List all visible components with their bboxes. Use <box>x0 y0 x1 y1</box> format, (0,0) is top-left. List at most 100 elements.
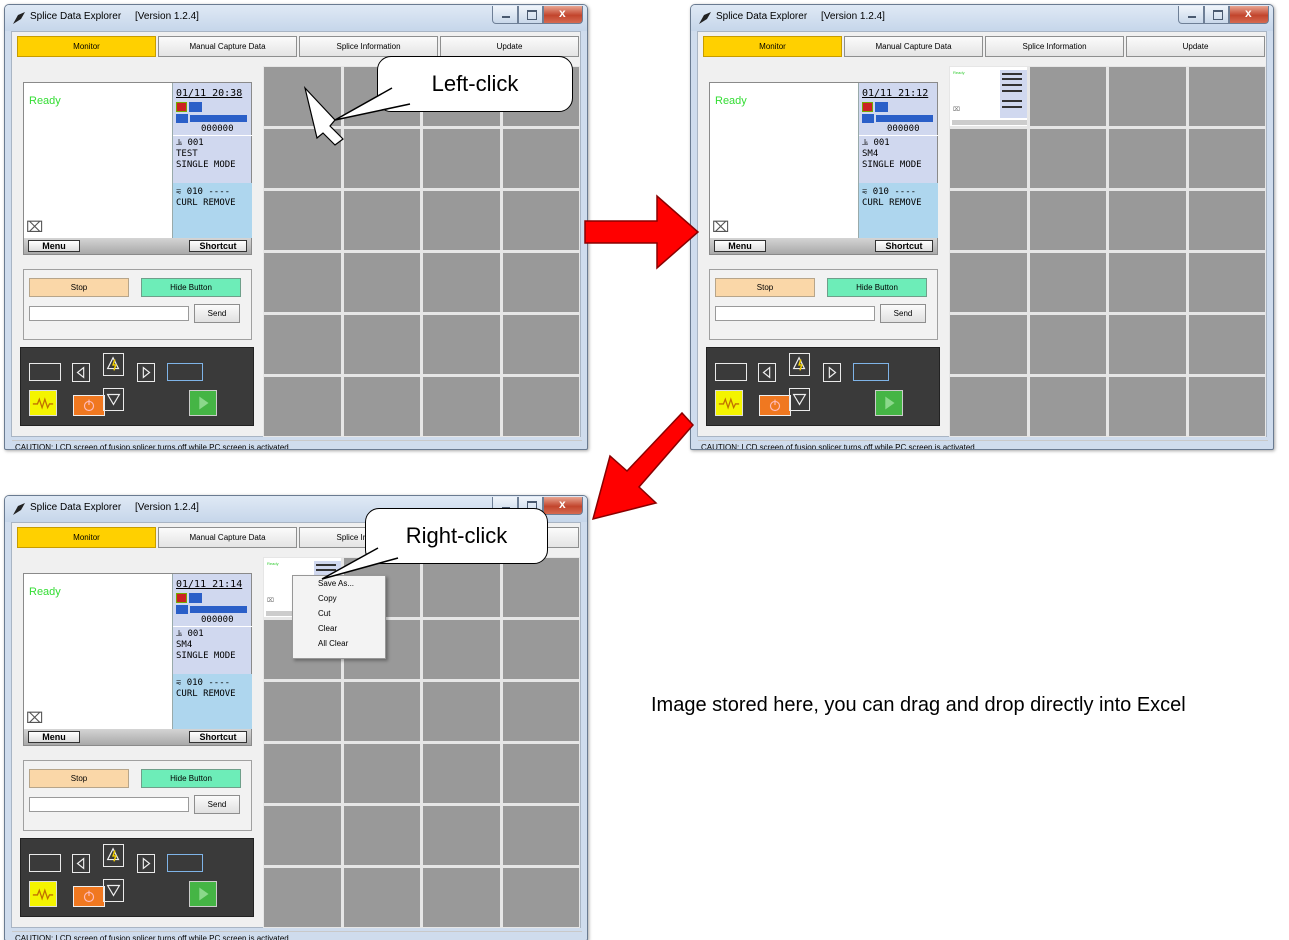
lcd-menu-button[interactable]: Menu <box>714 240 766 252</box>
grid-cell[interactable] <box>502 558 579 617</box>
grid-cell[interactable] <box>1029 253 1106 312</box>
grid-cell-thumbnail[interactable]: Ready ⌧ <box>950 67 1027 126</box>
key-power[interactable] <box>73 395 105 416</box>
grid-cell[interactable] <box>950 315 1027 374</box>
grid-cell[interactable] <box>343 744 420 803</box>
send-button[interactable]: Send <box>194 304 240 323</box>
key-left[interactable] <box>758 363 776 382</box>
grid-cell[interactable] <box>264 377 341 436</box>
grid-cell[interactable] <box>264 67 341 126</box>
key-blue[interactable] <box>167 854 203 872</box>
tab-2[interactable]: Splice Information <box>985 36 1124 57</box>
grid-cell[interactable] <box>502 315 579 374</box>
grid-cell[interactable] <box>950 191 1027 250</box>
grid-cell[interactable] <box>423 253 500 312</box>
grid-cell[interactable] <box>502 806 579 865</box>
grid-cell[interactable] <box>502 620 579 679</box>
tab-1[interactable]: Manual Capture Data <box>844 36 983 57</box>
stop-button[interactable]: Stop <box>29 769 129 788</box>
key-down[interactable] <box>789 388 810 411</box>
grid-cell[interactable] <box>1029 129 1106 188</box>
grid-cell[interactable] <box>950 253 1027 312</box>
grid-cell[interactable] <box>1188 67 1265 126</box>
menu-item-clear[interactable]: Clear <box>293 621 385 636</box>
tab-0[interactable]: Monitor <box>703 36 842 57</box>
grid-cell[interactable] <box>264 315 341 374</box>
command-input[interactable] <box>29 306 189 321</box>
grid-cell[interactable] <box>1188 253 1265 312</box>
close-button[interactable] <box>543 497 583 515</box>
lcd-shortcut-button[interactable]: Shortcut <box>189 731 247 743</box>
grid-cell[interactable] <box>1188 191 1265 250</box>
key-right[interactable] <box>137 854 155 873</box>
menu-item-save-as[interactable]: Save As... <box>293 576 385 591</box>
lcd-shortcut-button[interactable]: Shortcut <box>875 240 933 252</box>
grid-cell[interactable] <box>423 377 500 436</box>
key-blank[interactable] <box>29 854 61 872</box>
menu-item-all-clear[interactable]: All Clear <box>293 636 385 651</box>
grid-cell[interactable] <box>502 191 579 250</box>
minimize-button[interactable] <box>492 6 518 24</box>
grid-cell[interactable] <box>343 377 420 436</box>
key-up-set[interactable] <box>103 844 124 867</box>
key-start[interactable] <box>875 390 903 416</box>
grid-cell[interactable] <box>343 315 420 374</box>
send-button[interactable]: Send <box>880 304 926 323</box>
grid-cell[interactable] <box>264 868 341 927</box>
menu-item-copy[interactable]: Copy <box>293 591 385 606</box>
key-down[interactable] <box>103 388 124 411</box>
key-down[interactable] <box>103 879 124 902</box>
key-yellow-wave[interactable] <box>29 881 57 907</box>
key-start[interactable] <box>189 390 217 416</box>
grid-cell[interactable] <box>423 191 500 250</box>
key-power[interactable] <box>759 395 791 416</box>
grid-cell[interactable] <box>502 682 579 741</box>
grid-cell[interactable] <box>502 253 579 312</box>
hide-button[interactable]: Hide Button <box>141 278 241 297</box>
key-blue[interactable] <box>167 363 203 381</box>
stop-button[interactable]: Stop <box>29 278 129 297</box>
menu-item-cut[interactable]: Cut <box>293 606 385 621</box>
key-blank[interactable] <box>29 363 61 381</box>
tab-1[interactable]: Manual Capture Data <box>158 527 297 548</box>
tab-0[interactable]: Monitor <box>17 527 156 548</box>
key-right[interactable] <box>137 363 155 382</box>
stop-button[interactable]: Stop <box>715 278 815 297</box>
grid-cell[interactable] <box>423 315 500 374</box>
grid-cell[interactable] <box>423 129 500 188</box>
grid-cell[interactable] <box>502 129 579 188</box>
grid-cell[interactable] <box>1109 67 1186 126</box>
maximize-button[interactable] <box>1204 6 1229 24</box>
grid-cell[interactable] <box>264 253 341 312</box>
grid-cell[interactable] <box>1109 315 1186 374</box>
grid-cell[interactable] <box>1029 67 1106 126</box>
grid-cell[interactable] <box>423 558 500 617</box>
key-up-set[interactable] <box>103 353 124 376</box>
grid-cell[interactable] <box>423 620 500 679</box>
key-start[interactable] <box>189 881 217 907</box>
grid-cell[interactable] <box>343 191 420 250</box>
grid-cell[interactable] <box>1109 191 1186 250</box>
grid-cell[interactable] <box>1109 377 1186 436</box>
key-yellow-wave[interactable] <box>715 390 743 416</box>
key-power[interactable] <box>73 886 105 907</box>
grid-cell[interactable] <box>1188 377 1265 436</box>
lcd-shortcut-button[interactable]: Shortcut <box>189 240 247 252</box>
key-left[interactable] <box>72 854 90 873</box>
grid-cell[interactable] <box>264 129 341 188</box>
grid-cell[interactable] <box>423 744 500 803</box>
lcd-menu-button[interactable]: Menu <box>28 731 80 743</box>
grid-cell[interactable] <box>264 682 341 741</box>
grid-cell[interactable] <box>343 129 420 188</box>
grid-cell[interactable] <box>502 744 579 803</box>
grid-cell[interactable] <box>343 868 420 927</box>
tab-1[interactable]: Manual Capture Data <box>158 36 297 57</box>
grid-cell[interactable] <box>423 868 500 927</box>
command-input[interactable] <box>715 306 875 321</box>
grid-cell[interactable] <box>423 682 500 741</box>
grid-cell[interactable] <box>502 868 579 927</box>
minimize-button[interactable] <box>1178 6 1204 24</box>
key-right[interactable] <box>823 363 841 382</box>
key-up-set[interactable] <box>789 353 810 376</box>
grid-cell[interactable] <box>264 744 341 803</box>
